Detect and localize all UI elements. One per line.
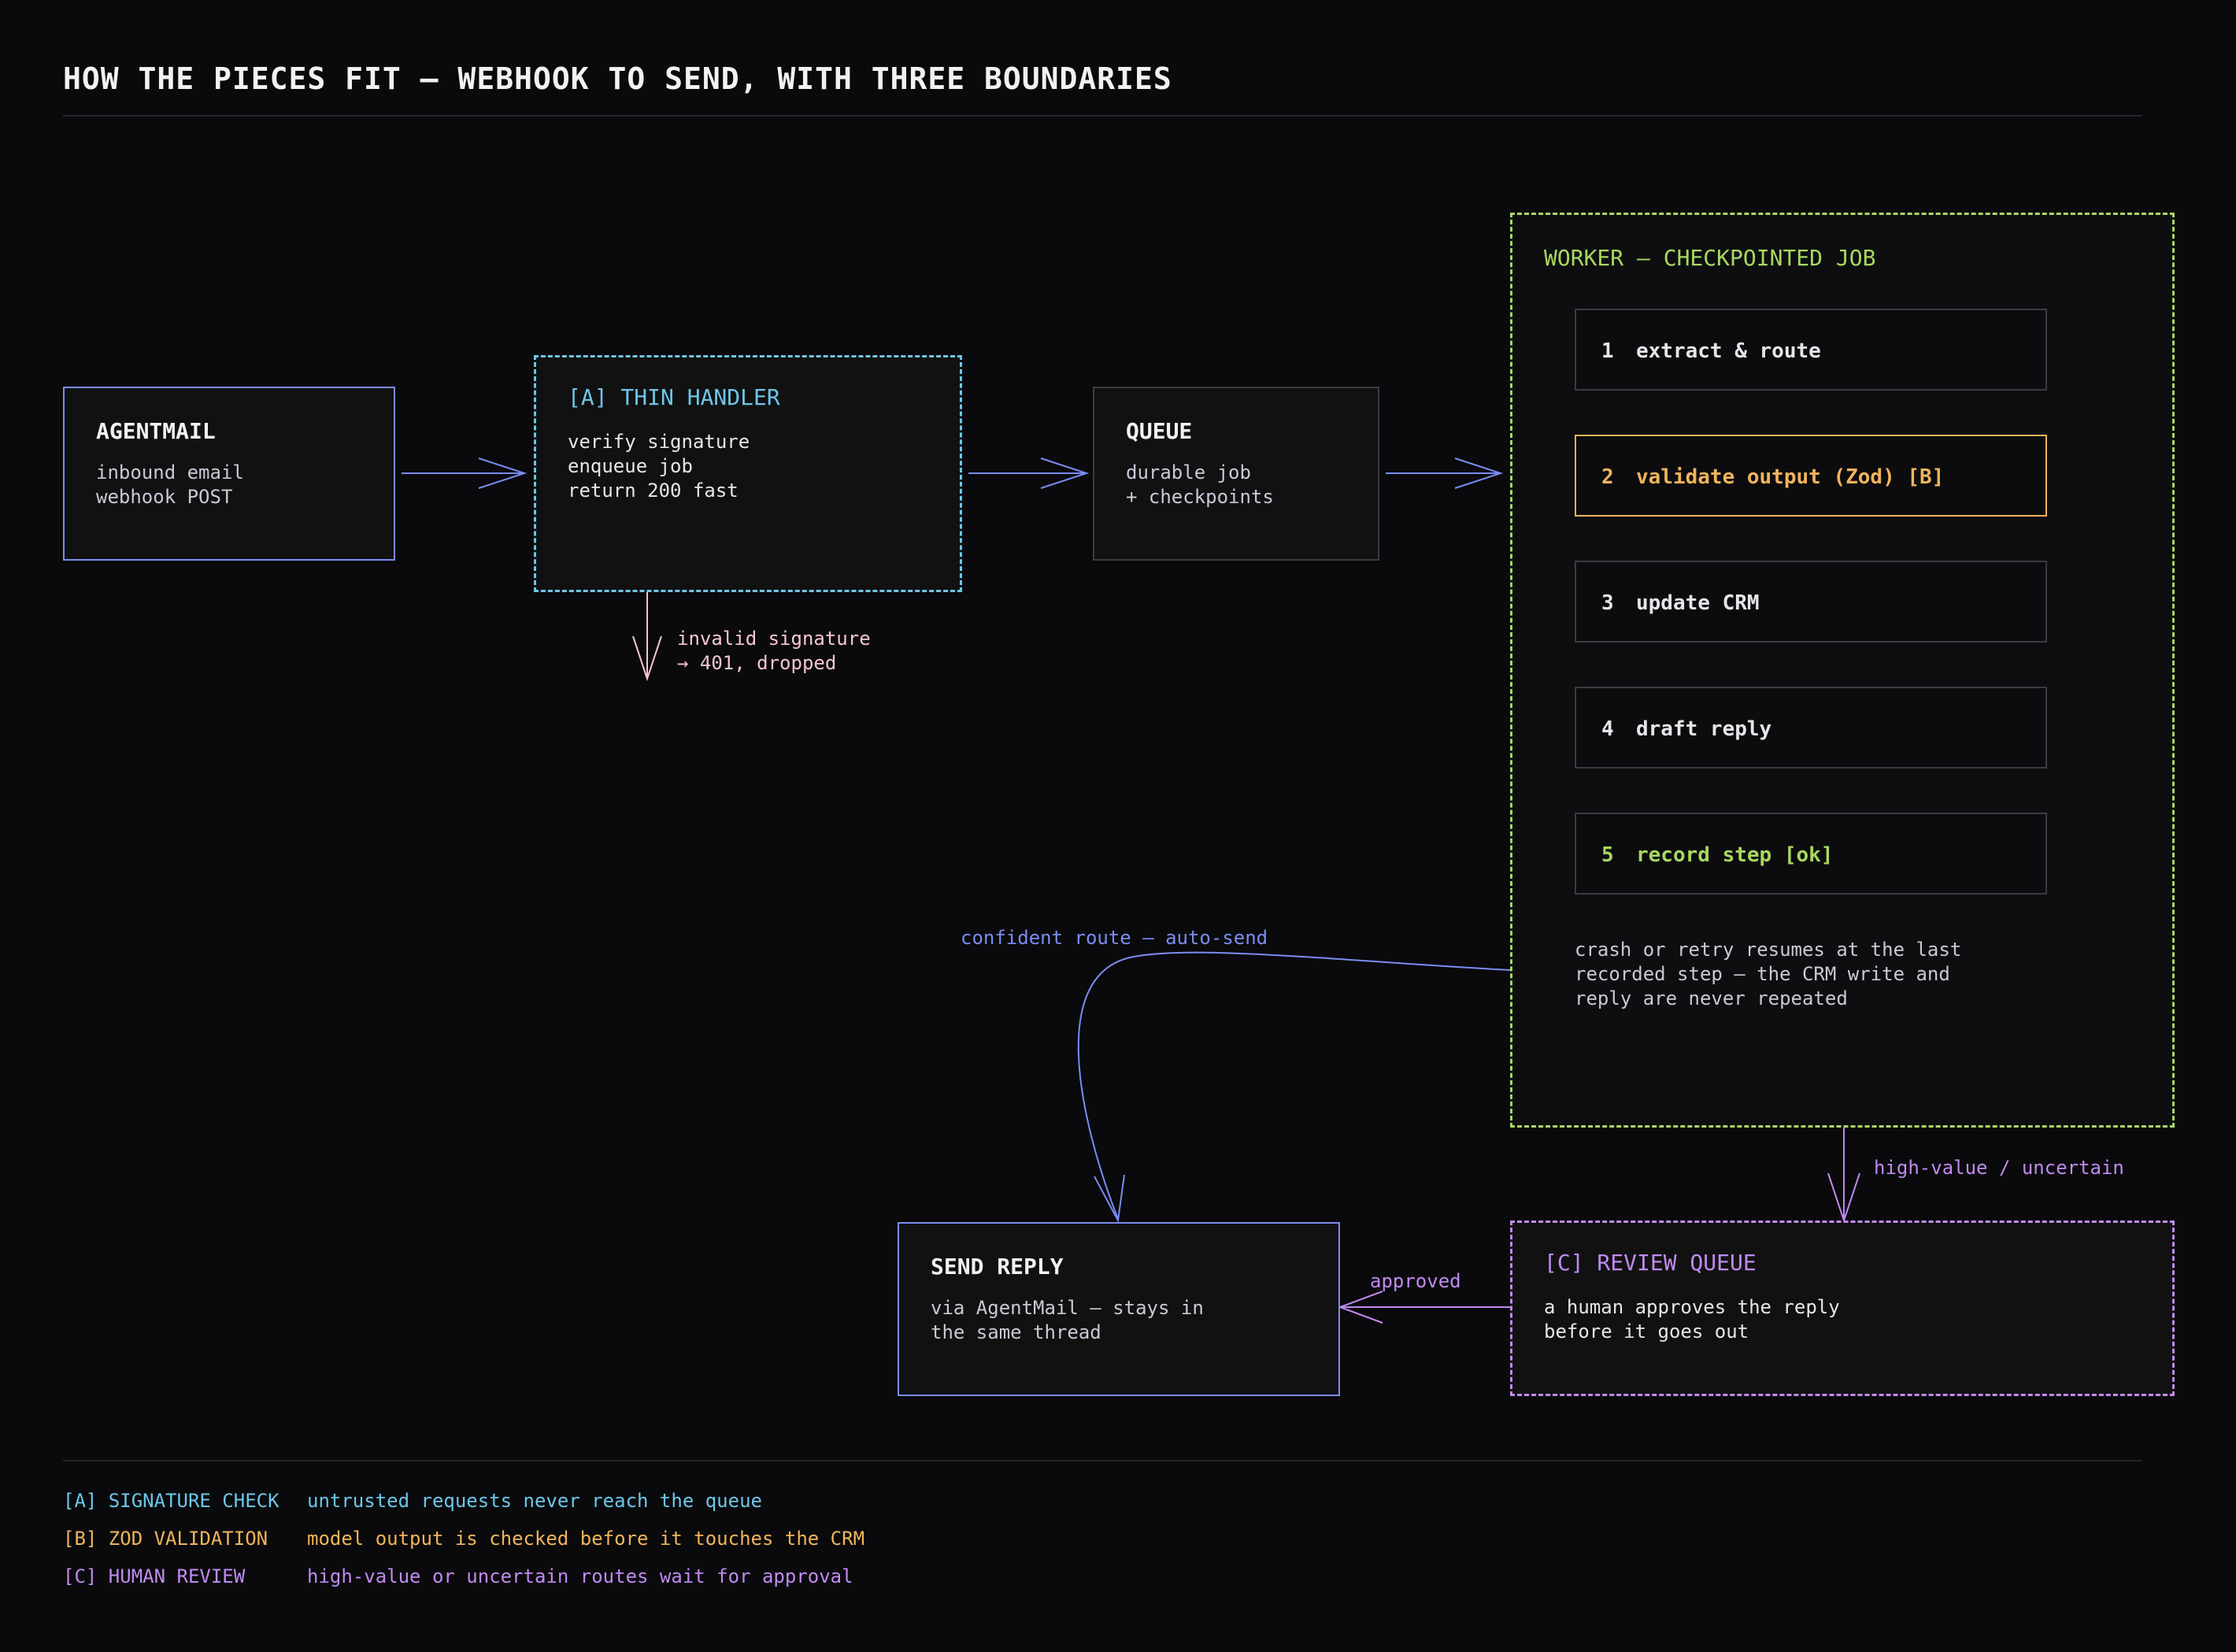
node-agentmail: AGENTMAIL inbound email webhook POST — [63, 387, 395, 561]
label-approved: approved — [1370, 1270, 1461, 1292]
edge-handler-to-queue — [968, 457, 1090, 489]
step-number: 5 — [1601, 843, 1614, 867]
edge-invalid-signature — [632, 592, 662, 682]
node-send-reply: SEND REPLY via AgentMail — stays in the … — [898, 1222, 1340, 1396]
label-confident-route: confident route — auto-send — [961, 927, 1268, 949]
worker-step-2: 2 validate output (Zod) [B] — [1575, 435, 2047, 517]
node-send-reply-title: SEND REPLY — [931, 1254, 1064, 1280]
worker-step-1: 1 extract & route — [1575, 309, 2047, 391]
legend-text: untrusted requests never reach the queue — [307, 1490, 762, 1512]
step-number: 4 — [1601, 717, 1614, 741]
label-high-value: high-value / uncertain — [1874, 1157, 2124, 1179]
step-label: update CRM — [1636, 591, 1760, 615]
step-number: 3 — [1601, 591, 1614, 615]
step-number: 2 — [1601, 465, 1614, 489]
worker-step-4: 4 draft reply — [1575, 687, 2047, 769]
step-number: 1 — [1601, 339, 1614, 363]
legend-divider — [63, 1460, 2142, 1461]
step-label: validate output (Zod) [B] — [1636, 465, 1945, 489]
worker-step-3: 3 update CRM — [1575, 561, 2047, 643]
worker-step-5: 5 record step [ok] — [1575, 813, 2047, 895]
step-label: extract & route — [1636, 339, 1821, 363]
node-send-reply-body: via AgentMail — stays in the same thread — [931, 1297, 1204, 1343]
worker-note: crash or retry resumes at the last recor… — [1575, 939, 1962, 1009]
node-queue-title: QUEUE — [1126, 418, 1193, 444]
node-review-queue: [C] REVIEW QUEUE a human approves the re… — [1510, 1220, 2175, 1396]
node-review-queue-body: a human approves the reply before it goe… — [1544, 1296, 1840, 1343]
node-thin-handler: [A] THIN HANDLER verify signature enqueu… — [534, 355, 962, 592]
node-thin-handler-body: verify signature enqueue job return 200 … — [568, 431, 750, 502]
node-queue-body: durable job + checkpoints — [1126, 461, 1274, 508]
node-queue: QUEUE durable job + checkpoints — [1093, 387, 1379, 561]
node-worker-title: WORKER — CHECKPOINTED JOB — [1544, 245, 1876, 271]
legend-key: [A] SIGNATURE CHECK — [63, 1490, 280, 1512]
node-agentmail-body: inbound email webhook POST — [96, 461, 244, 508]
label-invalid-signature: invalid signature → 401, dropped — [677, 628, 871, 674]
step-label: record step [ok] — [1636, 843, 1834, 867]
node-thin-handler-title: [A] THIN HANDLER — [568, 384, 780, 410]
legend-key: [B] ZOD VALIDATION — [63, 1528, 268, 1550]
node-agentmail-title: AGENTMAIL — [96, 418, 216, 444]
edge-confident-auto-send — [1077, 951, 1511, 1224]
edge-queue-to-worker — [1386, 457, 1504, 489]
legend-text: model output is checked before it touche… — [307, 1528, 865, 1550]
edge-approved — [1338, 1291, 1510, 1324]
edge-agentmail-to-handler — [402, 457, 528, 489]
legend-text: high-value or uncertain routes wait for … — [307, 1565, 853, 1587]
edge-high-value — [1827, 1128, 1860, 1224]
step-label: draft reply — [1636, 717, 1772, 741]
node-review-queue-title: [C] REVIEW QUEUE — [1544, 1250, 1757, 1276]
legend-key: [C] HUMAN REVIEW — [63, 1565, 246, 1587]
